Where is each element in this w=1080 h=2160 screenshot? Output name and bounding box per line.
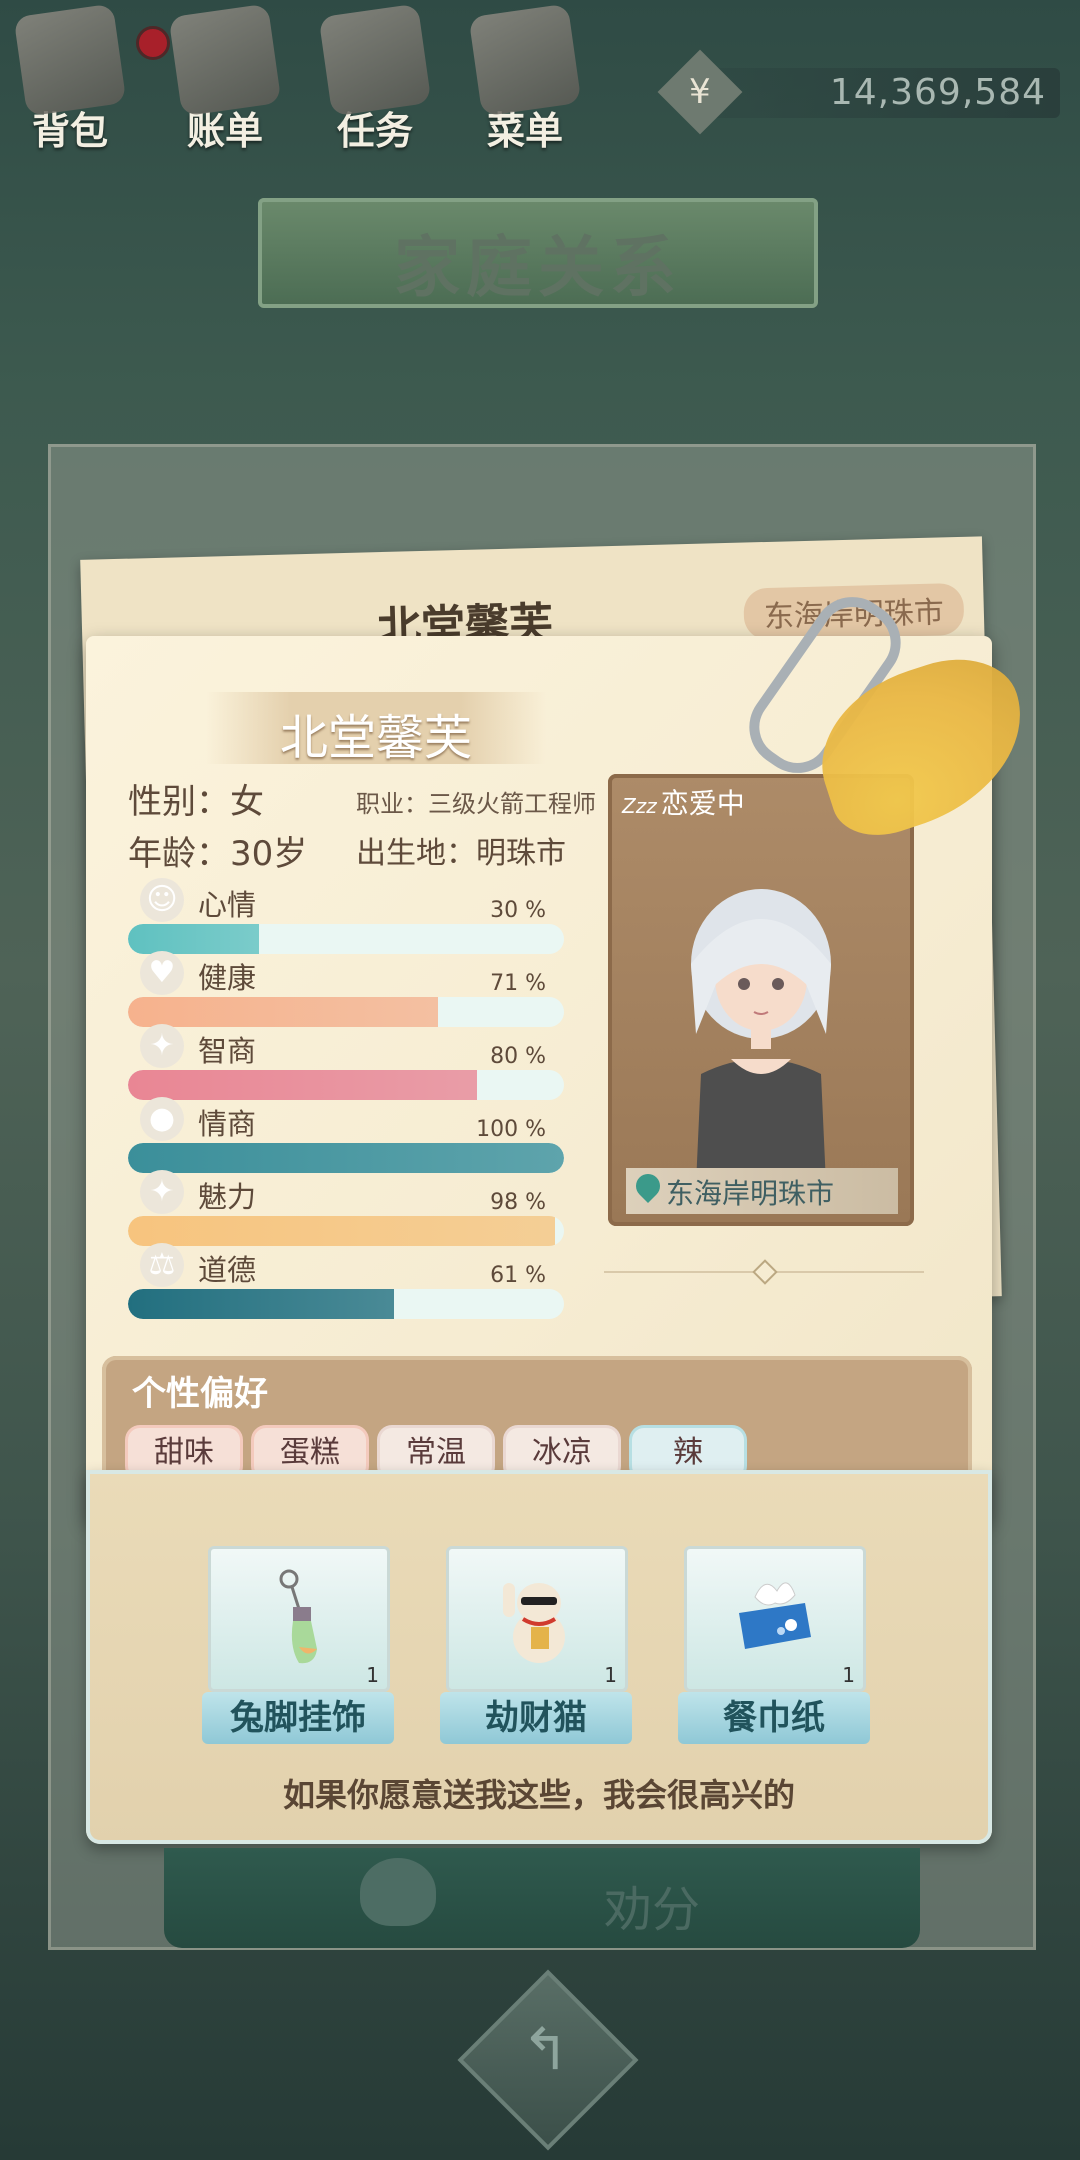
- gift-label-tissue: 餐巾纸: [678, 1692, 870, 1744]
- heart-icon: ♥: [140, 951, 184, 995]
- persuade-label: 劝分: [604, 1882, 701, 1938]
- stat-bar-fill: [128, 1289, 394, 1319]
- stat-percent: 100 %: [476, 1117, 546, 1142]
- stat-bar-fill: [128, 1070, 477, 1100]
- character-avatar: [691, 889, 831, 1184]
- lucky-cat-icon: [503, 1583, 565, 1663]
- divider: [604, 1259, 924, 1285]
- stat-eq: ● 情商 100 %: [128, 1097, 564, 1173]
- age-text: 年龄：30岁: [128, 834, 308, 874]
- occupation-text: 职业：三级火箭工程师: [356, 790, 596, 818]
- portrait-location: 东海岸明珠市: [626, 1168, 898, 1214]
- gift-wish-text: 如果你愿意送我这些，我会很高兴的: [282, 1776, 795, 1814]
- stat-percent: 98 %: [490, 1190, 546, 1215]
- broken-heart-icon: [360, 1858, 436, 1926]
- stat-percent: 61 %: [490, 1263, 546, 1288]
- stat-mood: ☺ 心情 30 %: [128, 878, 564, 954]
- stat-label: 健康: [198, 961, 257, 995]
- backpack-icon: [13, 3, 127, 117]
- stat-percent: 30 %: [490, 898, 546, 923]
- backpack-button[interactable]: 背包: [0, 3, 170, 153]
- stat-iq: ✦ 智商 80 %: [128, 1024, 564, 1100]
- location-pin-icon: [631, 1169, 665, 1203]
- menu-button[interactable]: 菜单: [455, 3, 595, 153]
- stat-bar: [128, 1070, 564, 1100]
- stat-bar: [128, 924, 564, 954]
- task-button[interactable]: 任务: [305, 3, 445, 153]
- stat-health: ♥ 健康 71 %: [128, 951, 564, 1027]
- stat-label: 心情: [198, 888, 257, 922]
- stat-bar: [128, 1216, 564, 1246]
- birthplace-text: 出生地：明珠市: [356, 836, 566, 871]
- relationship-status: Zzz 恋爱中: [622, 787, 745, 820]
- yen-icon: ¥: [657, 49, 743, 135]
- stat-bar-fill: [128, 924, 259, 954]
- task-icon: [318, 3, 432, 117]
- stat-bar: [128, 997, 564, 1027]
- stat-bar-fill: [128, 1143, 564, 1173]
- scale-icon: ⚖: [140, 1243, 184, 1287]
- stat-percent: 80 %: [490, 1044, 546, 1069]
- gift-panel: 1 兔脚挂饰 1 劫财猫 1 餐巾纸 如果你愿意送我这些，我会很高兴的: [86, 1470, 992, 1844]
- stat-label: 智商: [198, 1034, 257, 1068]
- gift-item-lucky-cat[interactable]: 1: [446, 1546, 628, 1692]
- sleep-icon: Zzz: [622, 794, 657, 818]
- page-title: 家庭关系: [394, 229, 682, 306]
- gift-count: 1: [842, 1663, 855, 1687]
- stat-morality: ⚖ 道德 61 %: [128, 1243, 564, 1319]
- bill-icon: [168, 3, 282, 117]
- back-button[interactable]: ↰: [463, 1975, 633, 2145]
- portrait-location-text: 东海岸明珠市: [666, 1177, 835, 1210]
- gift-item-rabbit-foot[interactable]: 1: [208, 1546, 390, 1692]
- rabbit-foot-icon: [279, 1569, 317, 1664]
- name-tag: 北堂馨芙: [206, 692, 546, 766]
- preferences-title: 个性偏好: [132, 1374, 268, 1414]
- stat-bar-fill: [128, 997, 438, 1027]
- stat-bar: [128, 1289, 564, 1319]
- gift-count: 1: [366, 1663, 379, 1687]
- smile-icon: ☺: [140, 878, 184, 922]
- gift-label-rabbit-foot: 兔脚挂饰: [202, 1692, 394, 1744]
- tissue-box-icon: [739, 1582, 811, 1649]
- persuade-breakup-button[interactable]: 劝分: [164, 1848, 920, 1948]
- stat-label: 魅力: [198, 1180, 257, 1214]
- sparkle-icon: ✦: [140, 1170, 184, 1214]
- money-amount: 14,369,584: [829, 72, 1046, 113]
- character-name: 北堂馨芙: [279, 710, 472, 766]
- bill-button[interactable]: 账单: [155, 3, 295, 153]
- money-display: ¥ 14,369,584: [657, 49, 1060, 135]
- gift-label-lucky-cat: 劫财猫: [440, 1692, 632, 1744]
- stat-bar-fill: [128, 1216, 556, 1246]
- stat-bar: [128, 1143, 564, 1173]
- gift-item-tissue[interactable]: 1: [684, 1546, 866, 1692]
- page-title-banner: 家庭关系: [258, 198, 818, 308]
- bulb-icon: ✦: [140, 1024, 184, 1068]
- stat-percent: 71 %: [490, 971, 546, 996]
- stat-label: 道德: [198, 1253, 257, 1287]
- stat-charm: ✦ 魅力 98 %: [128, 1170, 564, 1246]
- gender-text: 性别：女: [128, 782, 264, 822]
- stat-label: 情商: [198, 1107, 257, 1141]
- back-arrow-icon: ↰: [521, 2014, 570, 2083]
- menu-icon: [468, 3, 582, 117]
- character-portrait[interactable]: Zzz 恋爱中 东海岸明珠市: [608, 774, 914, 1226]
- apple-icon: ●: [140, 1097, 184, 1141]
- gift-count: 1: [604, 1663, 617, 1687]
